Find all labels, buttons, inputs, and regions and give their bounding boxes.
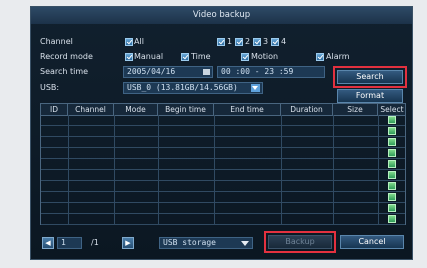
channel-all-checkbox[interactable] bbox=[125, 38, 133, 46]
storage-value: USB storage bbox=[163, 238, 216, 247]
col-id: ID bbox=[41, 104, 68, 115]
page-total-label: /1 bbox=[91, 238, 99, 247]
col-duration: Duration bbox=[281, 104, 333, 115]
col-select: Select bbox=[380, 105, 404, 114]
mode-manual-label: Manual bbox=[134, 52, 164, 61]
chevron-down-icon bbox=[252, 86, 258, 90]
channel-2-label: 2 bbox=[245, 37, 251, 46]
col-mode: Mode bbox=[114, 104, 158, 115]
table-row[interactable] bbox=[41, 192, 405, 203]
row-select-checkbox[interactable] bbox=[388, 116, 396, 124]
table-row[interactable] bbox=[41, 115, 405, 126]
table-row[interactable] bbox=[41, 181, 405, 192]
search-button-highlight bbox=[333, 66, 407, 88]
table-row[interactable] bbox=[41, 203, 405, 214]
channel-3-label: 3 bbox=[263, 37, 269, 46]
mode-alarm-label: Alarm bbox=[326, 52, 350, 61]
col-size: Size bbox=[333, 104, 378, 115]
record-mode-label: Record mode bbox=[40, 52, 93, 61]
col-begin-time: Begin time bbox=[158, 104, 214, 115]
storage-dropdown-icon[interactable] bbox=[241, 241, 249, 246]
backup-button-highlight bbox=[264, 231, 336, 253]
usb-device-value: USB_0 (13.81GB/14.56GB) bbox=[127, 83, 238, 92]
search-time-range-field[interactable]: 00 :00 - 23 :59 bbox=[217, 66, 325, 78]
table-row[interactable] bbox=[41, 137, 405, 148]
video-backup-dialog: Video backup Channel All 1 2 3 4 Record … bbox=[30, 6, 413, 260]
row-select-checkbox[interactable] bbox=[388, 215, 396, 223]
row-select-checkbox[interactable] bbox=[388, 193, 396, 201]
next-page-button[interactable]: ▶ bbox=[122, 237, 134, 249]
col-channel: Channel bbox=[68, 104, 114, 115]
mode-time-label: Time bbox=[191, 52, 211, 61]
table-row[interactable] bbox=[41, 159, 405, 170]
row-select-checkbox[interactable] bbox=[388, 160, 396, 168]
row-select-checkbox[interactable] bbox=[388, 138, 396, 146]
channel-4-label: 4 bbox=[281, 37, 287, 46]
format-button[interactable]: Format bbox=[337, 89, 403, 103]
start-time-value: 00 :00 bbox=[221, 67, 250, 76]
channel-3-checkbox[interactable] bbox=[253, 38, 261, 46]
mode-motion-label: Motion bbox=[251, 52, 279, 61]
storage-select[interactable]: USB storage bbox=[159, 237, 253, 249]
end-time-value: 23 :59 bbox=[264, 67, 294, 76]
record-table: ID Channel Mode Begin time End time Dura… bbox=[40, 103, 406, 225]
usb-dropdown-icon[interactable] bbox=[251, 84, 260, 92]
col-end-time: End time bbox=[214, 104, 281, 115]
mode-motion-checkbox[interactable] bbox=[241, 53, 249, 61]
search-time-label: Search time bbox=[40, 67, 89, 76]
row-select-checkbox[interactable] bbox=[388, 149, 396, 157]
channel-label: Channel bbox=[40, 37, 73, 46]
channel-2-checkbox[interactable] bbox=[235, 38, 243, 46]
row-select-checkbox[interactable] bbox=[388, 171, 396, 179]
page-current-value: 1 bbox=[61, 238, 66, 247]
row-select-checkbox[interactable] bbox=[388, 127, 396, 135]
mode-alarm-checkbox[interactable] bbox=[316, 53, 324, 61]
row-select-checkbox[interactable] bbox=[388, 204, 396, 212]
prev-page-button[interactable]: ◀ bbox=[42, 237, 54, 249]
page-number-field[interactable]: 1 bbox=[57, 237, 82, 249]
table-row[interactable] bbox=[41, 170, 405, 181]
cancel-button[interactable]: Cancel bbox=[340, 235, 404, 249]
row-divider bbox=[41, 224, 405, 225]
time-separator: - bbox=[254, 67, 260, 76]
channel-1-label: 1 bbox=[227, 37, 233, 46]
table-row[interactable] bbox=[41, 126, 405, 137]
search-date-field[interactable]: 2005/04/16 bbox=[123, 66, 213, 78]
channel-all-label: All bbox=[134, 37, 144, 46]
usb-label: USB: bbox=[40, 83, 60, 92]
calendar-icon[interactable] bbox=[203, 69, 210, 75]
dialog-title: Video backup bbox=[31, 7, 412, 24]
table-row[interactable] bbox=[41, 214, 405, 225]
usb-device-select[interactable]: USB_0 (13.81GB/14.56GB) bbox=[123, 82, 263, 94]
search-date-value: 2005/04/16 bbox=[127, 67, 176, 76]
mode-time-checkbox[interactable] bbox=[181, 53, 189, 61]
mode-manual-checkbox[interactable] bbox=[125, 53, 133, 61]
table-row[interactable] bbox=[41, 148, 405, 159]
row-select-checkbox[interactable] bbox=[388, 182, 396, 190]
channel-4-checkbox[interactable] bbox=[271, 38, 279, 46]
channel-1-checkbox[interactable] bbox=[217, 38, 225, 46]
